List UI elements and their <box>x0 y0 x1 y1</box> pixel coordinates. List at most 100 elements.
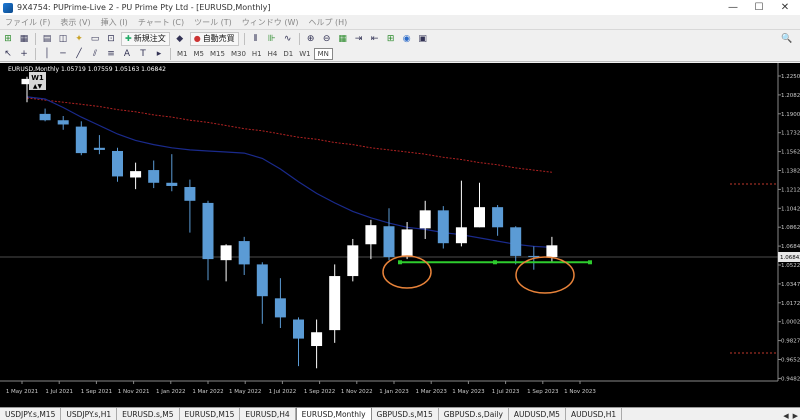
time-label: 1 Sep 2022 <box>304 389 335 395</box>
crosshair-icon[interactable]: + <box>17 47 31 61</box>
price-label: 0.96520 <box>781 358 800 364</box>
time-label: 1 Nov 2022 <box>341 389 373 395</box>
chart-window[interactable]: 1.22500 1.20820 1.19000 1.17320 1.15620 1.138… <box>0 63 800 407</box>
menu-chart[interactable]: チャート (C) <box>133 17 189 28</box>
tab-eurusd-h4[interactable]: EURUSD,H4 <box>240 408 296 420</box>
line-chart-icon[interactable]: ∿ <box>281 32 295 46</box>
candlestick-icon[interactable]: ⊪ <box>265 32 279 46</box>
timeframe-m15[interactable]: M15 <box>207 48 228 60</box>
menu-view[interactable]: 表示 (V) <box>55 17 95 28</box>
candle-body <box>455 227 467 244</box>
timeframe-d1[interactable]: D1 <box>280 48 296 60</box>
candle-body <box>419 210 431 229</box>
menu-tools[interactable]: ツール (T) <box>189 17 237 28</box>
candle-body <box>130 171 142 178</box>
highlight-circle <box>382 255 432 289</box>
time-label: 1 Sep 2023 <box>527 389 559 395</box>
time-label: 1 May 2022 <box>229 389 261 395</box>
tab-gbpusd-m15[interactable]: GBPUSD.s,M15 <box>372 408 439 420</box>
menu-window[interactable]: ウィンドウ (W) <box>237 17 304 28</box>
templates-icon[interactable]: ▣ <box>416 32 430 46</box>
tester-icon[interactable]: ⊡ <box>104 32 118 46</box>
candle-body <box>57 120 69 125</box>
label-icon[interactable]: T <box>136 47 150 61</box>
tab-audusd-h1[interactable]: AUDUSD,H1 <box>566 408 623 420</box>
time-label: 1 Mar 2023 <box>416 389 448 395</box>
menu-help[interactable]: ヘルプ (H) <box>303 17 352 28</box>
candles <box>21 76 558 369</box>
trendline-icon[interactable]: ╱ <box>72 47 86 61</box>
price-label: 1.13820 <box>781 169 800 175</box>
auto-trading-button[interactable]: ● 自動売買 <box>189 31 239 46</box>
minimize-button[interactable]: — <box>720 0 746 15</box>
w1-badge-arrows: ▲▼ <box>33 83 43 90</box>
navigator-icon[interactable]: ✦ <box>72 32 86 46</box>
price-label: 1.01720 <box>781 301 800 307</box>
metaeditor-icon[interactable]: ◆ <box>173 32 187 46</box>
price-label: 1.20820 <box>781 93 800 99</box>
drawing-toolbar: ↖ + │ ─ ╱ ⫽ ≡ A T ▸ M1 M5 M15 M30 H1 H4 … <box>0 47 800 62</box>
auto-trading-label: 自動売買 <box>202 34 235 43</box>
new-chart-icon[interactable]: ⊞ <box>1 32 15 46</box>
terminal-icon[interactable]: ▭ <box>88 32 102 46</box>
timeframe-h4[interactable]: H4 <box>265 48 281 60</box>
tab-eurusd-monthly[interactable]: EURUSD,Monthly <box>295 407 372 420</box>
tab-eurusd-m15[interactable]: EURUSD,M15 <box>180 408 241 420</box>
tab-scroll-right-icon[interactable]: ▶ <box>791 412 800 420</box>
indicators-icon[interactable]: ⊞ <box>384 32 398 46</box>
timeframe-m5[interactable]: M5 <box>191 48 208 60</box>
timeframe-m1[interactable]: M1 <box>174 48 191 60</box>
time-label: 1 Sep 2021 <box>81 389 112 395</box>
equidistant-channel-icon[interactable]: ⫽ <box>88 47 102 61</box>
time-label: 1 Nov 2021 <box>118 389 150 395</box>
candle-body <box>274 298 286 318</box>
text-icon[interactable]: A <box>120 47 134 61</box>
timeframe-h1[interactable]: H1 <box>249 48 265 60</box>
horizontal-line-icon[interactable]: ─ <box>56 47 70 61</box>
zoom-out-icon[interactable]: ⊖ <box>320 32 334 46</box>
menu-file[interactable]: ファイル (F) <box>0 17 55 28</box>
bar-chart-icon[interactable]: ⫴ <box>249 32 263 46</box>
cursor-icon[interactable]: ↖ <box>1 47 15 61</box>
fibonacci-icon[interactable]: ≡ <box>104 47 118 61</box>
support-handle <box>588 260 592 265</box>
tab-scroll-left-icon[interactable]: ◀ <box>781 412 790 420</box>
profiles-icon[interactable]: ▦ <box>17 32 31 46</box>
search-icon[interactable]: 🔍 <box>780 32 794 46</box>
candle-body <box>148 170 160 183</box>
time-axis: 1 May 2021 1 Jul 2021 1 Sep 2021 1 Nov 2021… <box>0 380 778 395</box>
maximize-button[interactable]: ☐ <box>746 0 772 15</box>
price-label: 0.94820 <box>781 376 800 382</box>
support-handle <box>398 260 402 265</box>
periods-icon[interactable]: ◉ <box>400 32 414 46</box>
close-button[interactable]: ✕ <box>772 0 798 15</box>
market-watch-icon[interactable]: ▤ <box>40 32 54 46</box>
tab-eurusd-s-m5[interactable]: EURUSD.s,M5 <box>117 408 180 420</box>
time-label: 1 Nov 2023 <box>564 389 596 395</box>
auto-scroll-icon[interactable]: ⇤ <box>368 32 382 46</box>
tab-usdjpy-h1[interactable]: USDJPY.s,H1 <box>61 408 118 420</box>
zoom-in-icon[interactable]: ⊕ <box>304 32 318 46</box>
chart-shift-icon[interactable]: ⇥ <box>352 32 366 46</box>
candle-body <box>347 245 359 277</box>
tile-windows-icon[interactable]: ▦ <box>336 32 350 46</box>
candle-body <box>220 245 232 261</box>
vertical-line-icon[interactable]: │ <box>40 47 54 61</box>
data-window-icon[interactable]: ◫ <box>56 32 70 46</box>
tab-usdjpy-m15[interactable]: USDJPY.s,M15 <box>0 408 62 420</box>
menu-insert[interactable]: 挿入 (I) <box>96 17 133 28</box>
auto-trading-icon: ● <box>193 34 201 43</box>
tab-audusd-m5[interactable]: AUDUSD,M5 <box>509 408 566 420</box>
candle-body <box>365 225 377 245</box>
time-label: 1 Mar 2022 <box>192 389 223 395</box>
new-order-button[interactable]: ✚ 新規注文 <box>121 31 170 46</box>
time-label: 1 May 2023 <box>452 389 485 395</box>
timeframe-w1[interactable]: W1 <box>296 48 313 60</box>
timeframe-mn[interactable]: MN <box>313 48 333 60</box>
timeframe-m30[interactable]: M30 <box>228 48 249 60</box>
arrows-icon[interactable]: ▸ <box>152 47 166 61</box>
candle-body <box>256 264 268 297</box>
price-label: 1.00020 <box>781 320 800 326</box>
price-chart[interactable]: 1.22500 1.20820 1.19000 1.17320 1.15620 1.138… <box>0 63 800 407</box>
tab-gbpusd-daily[interactable]: GBPUSD.s,Daily <box>439 408 509 420</box>
